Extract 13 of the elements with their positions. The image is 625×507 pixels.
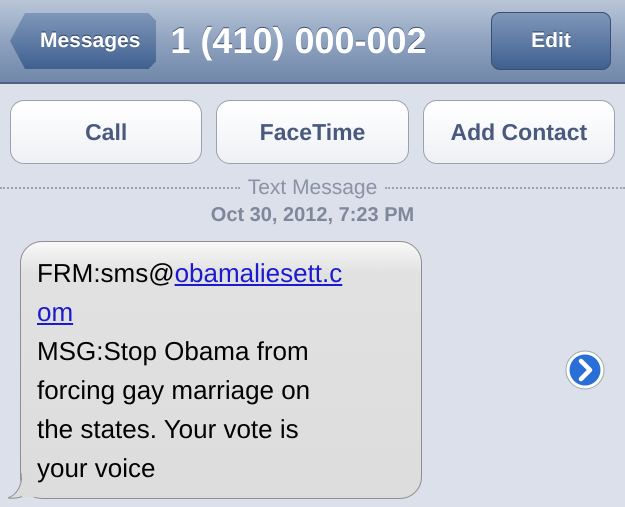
- edit-button[interactable]: Edit: [491, 12, 611, 70]
- contact-title: 1 (410) 000-002: [170, 20, 428, 62]
- action-button[interactable]: FaceTime: [216, 100, 409, 164]
- timestamp: Oct 30, 2012, 7:23 PM: [210, 204, 416, 227]
- action-button[interactable]: Add Contact: [422, 100, 615, 164]
- disclosure-icon[interactable]: [565, 350, 605, 390]
- action-button[interactable]: Call: [10, 100, 202, 164]
- sender-text: FRM:sms@: [37, 258, 175, 288]
- email-link[interactable]: om: [37, 297, 74, 327]
- email-link[interactable]: obamaliesett.c: [174, 258, 342, 288]
- message-text: MSG:Stop Obama from forcing gay marriage on the states. Your vote is your voice: [37, 335, 312, 485]
- back-button[interactable]: Messages: [10, 13, 156, 69]
- message-type-label: Text Message: [248, 176, 378, 200]
